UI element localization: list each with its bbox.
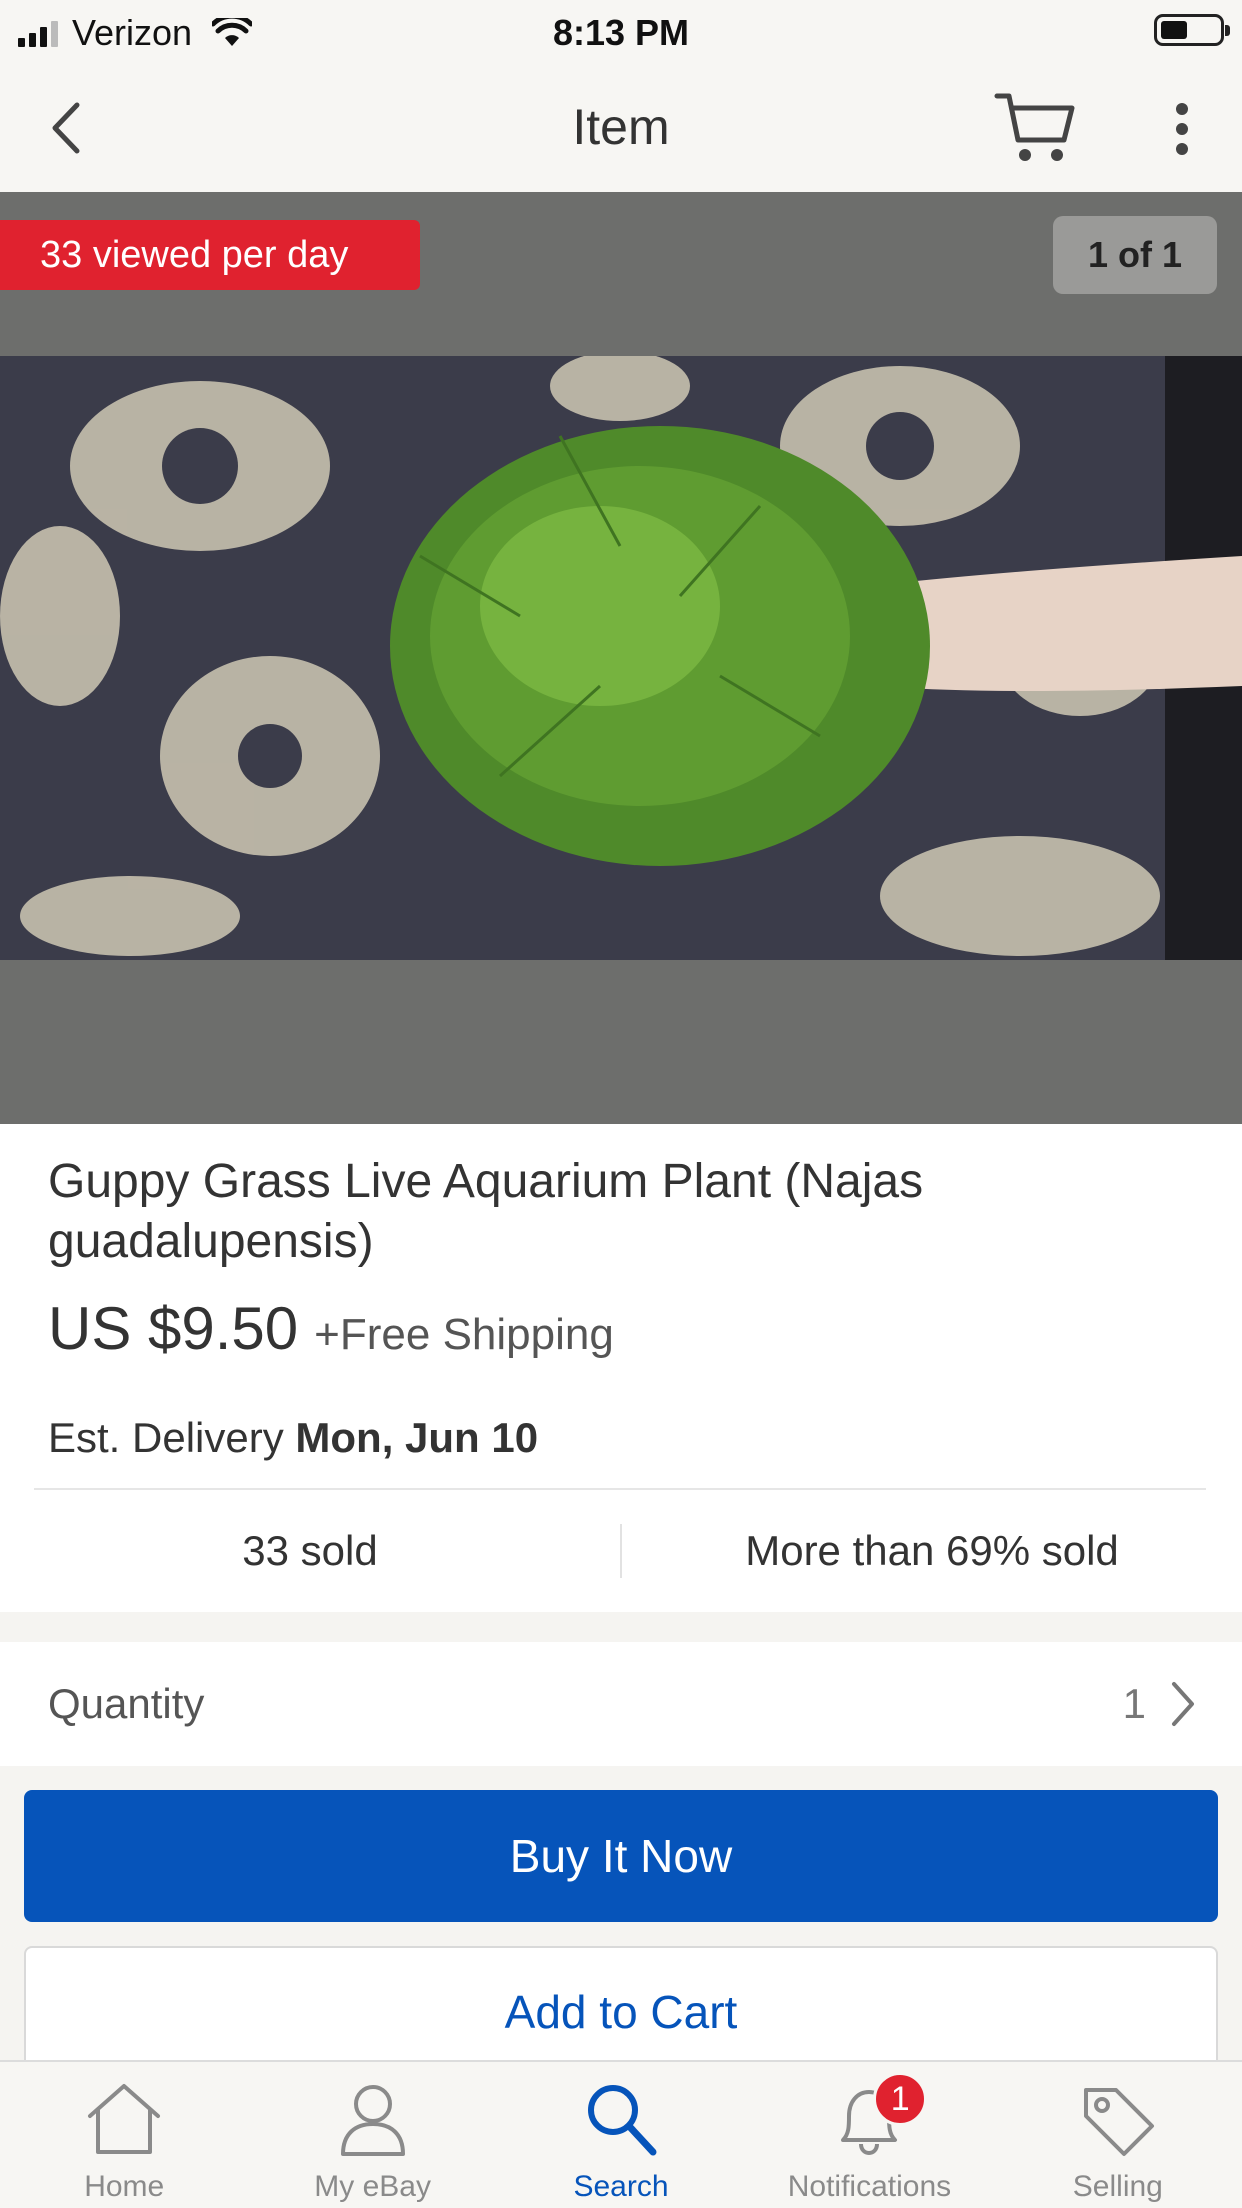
section-gap — [0, 1612, 1242, 1642]
buy-it-now-button[interactable]: Buy It Now — [24, 1790, 1218, 1922]
tab-label: My eBay — [314, 2170, 431, 2203]
status-time: 8:13 PM — [552, 12, 690, 53]
status-bar: Verizon 8:13 PM — [0, 0, 1242, 64]
quantity-label: Quantity — [48, 1680, 205, 1727]
sold-count: 33 sold — [242, 1527, 378, 1574]
chevron-right-icon — [1172, 1682, 1194, 1726]
delivery-date: Mon, Jun 10 — [295, 1414, 539, 1461]
add-to-cart-button[interactable]: Add to Cart — [24, 1946, 1218, 2078]
nav-bar: Item — [0, 64, 1242, 192]
cart-icon — [994, 93, 1075, 161]
tab-label: Search — [573, 2170, 669, 2203]
home-icon — [88, 2084, 161, 2154]
item-title: Guppy Grass Live Aquarium Plant (Najas g… — [48, 1155, 924, 1268]
sales-stats: 33 sold More than 69% sold — [0, 1490, 1242, 1612]
product-photo[interactable] — [0, 356, 1242, 960]
battery-icon — [1154, 14, 1230, 46]
search-icon — [588, 2085, 657, 2156]
tab-search[interactable]: Search — [497, 2062, 745, 2208]
more-options-button[interactable] — [1160, 94, 1204, 164]
item-price: US $9.50 — [48, 1295, 299, 1362]
tab-selling[interactable]: Selling — [994, 2062, 1242, 2208]
more-vertical-icon — [1176, 103, 1188, 155]
estimated-delivery: Est. Delivery Mon, Jun 10 — [48, 1414, 538, 1462]
tab-label: Home — [84, 2170, 165, 2203]
tab-notifications[interactable]: 1 Notifications — [745, 2062, 993, 2208]
delivery-label: Est. Delivery — [48, 1414, 284, 1461]
image-gallery[interactable]: 33 viewed per day 1 of 1 — [0, 192, 1242, 1124]
tab-home[interactable]: Home — [0, 2062, 248, 2208]
notification-count-badge: 1 — [873, 2072, 928, 2126]
tab-label: Selling — [1072, 2170, 1163, 2203]
item-info: Guppy Grass Live Aquarium Plant (Najas g… — [0, 1124, 1242, 1612]
tab-label: Notifications — [787, 2170, 952, 2203]
image-counter: 1 of 1 — [1053, 216, 1217, 294]
tag-icon — [1083, 2088, 1154, 2156]
user-icon — [340, 2085, 405, 2156]
shipping-info: +Free Shipping — [314, 1310, 614, 1359]
quantity-value: 1 — [1122, 1680, 1146, 1727]
tab-bar: Home My eBay Search 1 Notifications Sell… — [0, 2060, 1242, 2208]
sold-percent: More than 69% sold — [745, 1527, 1119, 1574]
tab-my-ebay[interactable]: My eBay — [248, 2062, 496, 2208]
price-row: US $9.50 +Free Shipping — [48, 1294, 614, 1363]
cart-button[interactable] — [994, 90, 1078, 166]
quantity-selector[interactable]: Quantity 1 — [0, 1642, 1242, 1766]
views-badge: 33 viewed per day — [0, 220, 420, 290]
